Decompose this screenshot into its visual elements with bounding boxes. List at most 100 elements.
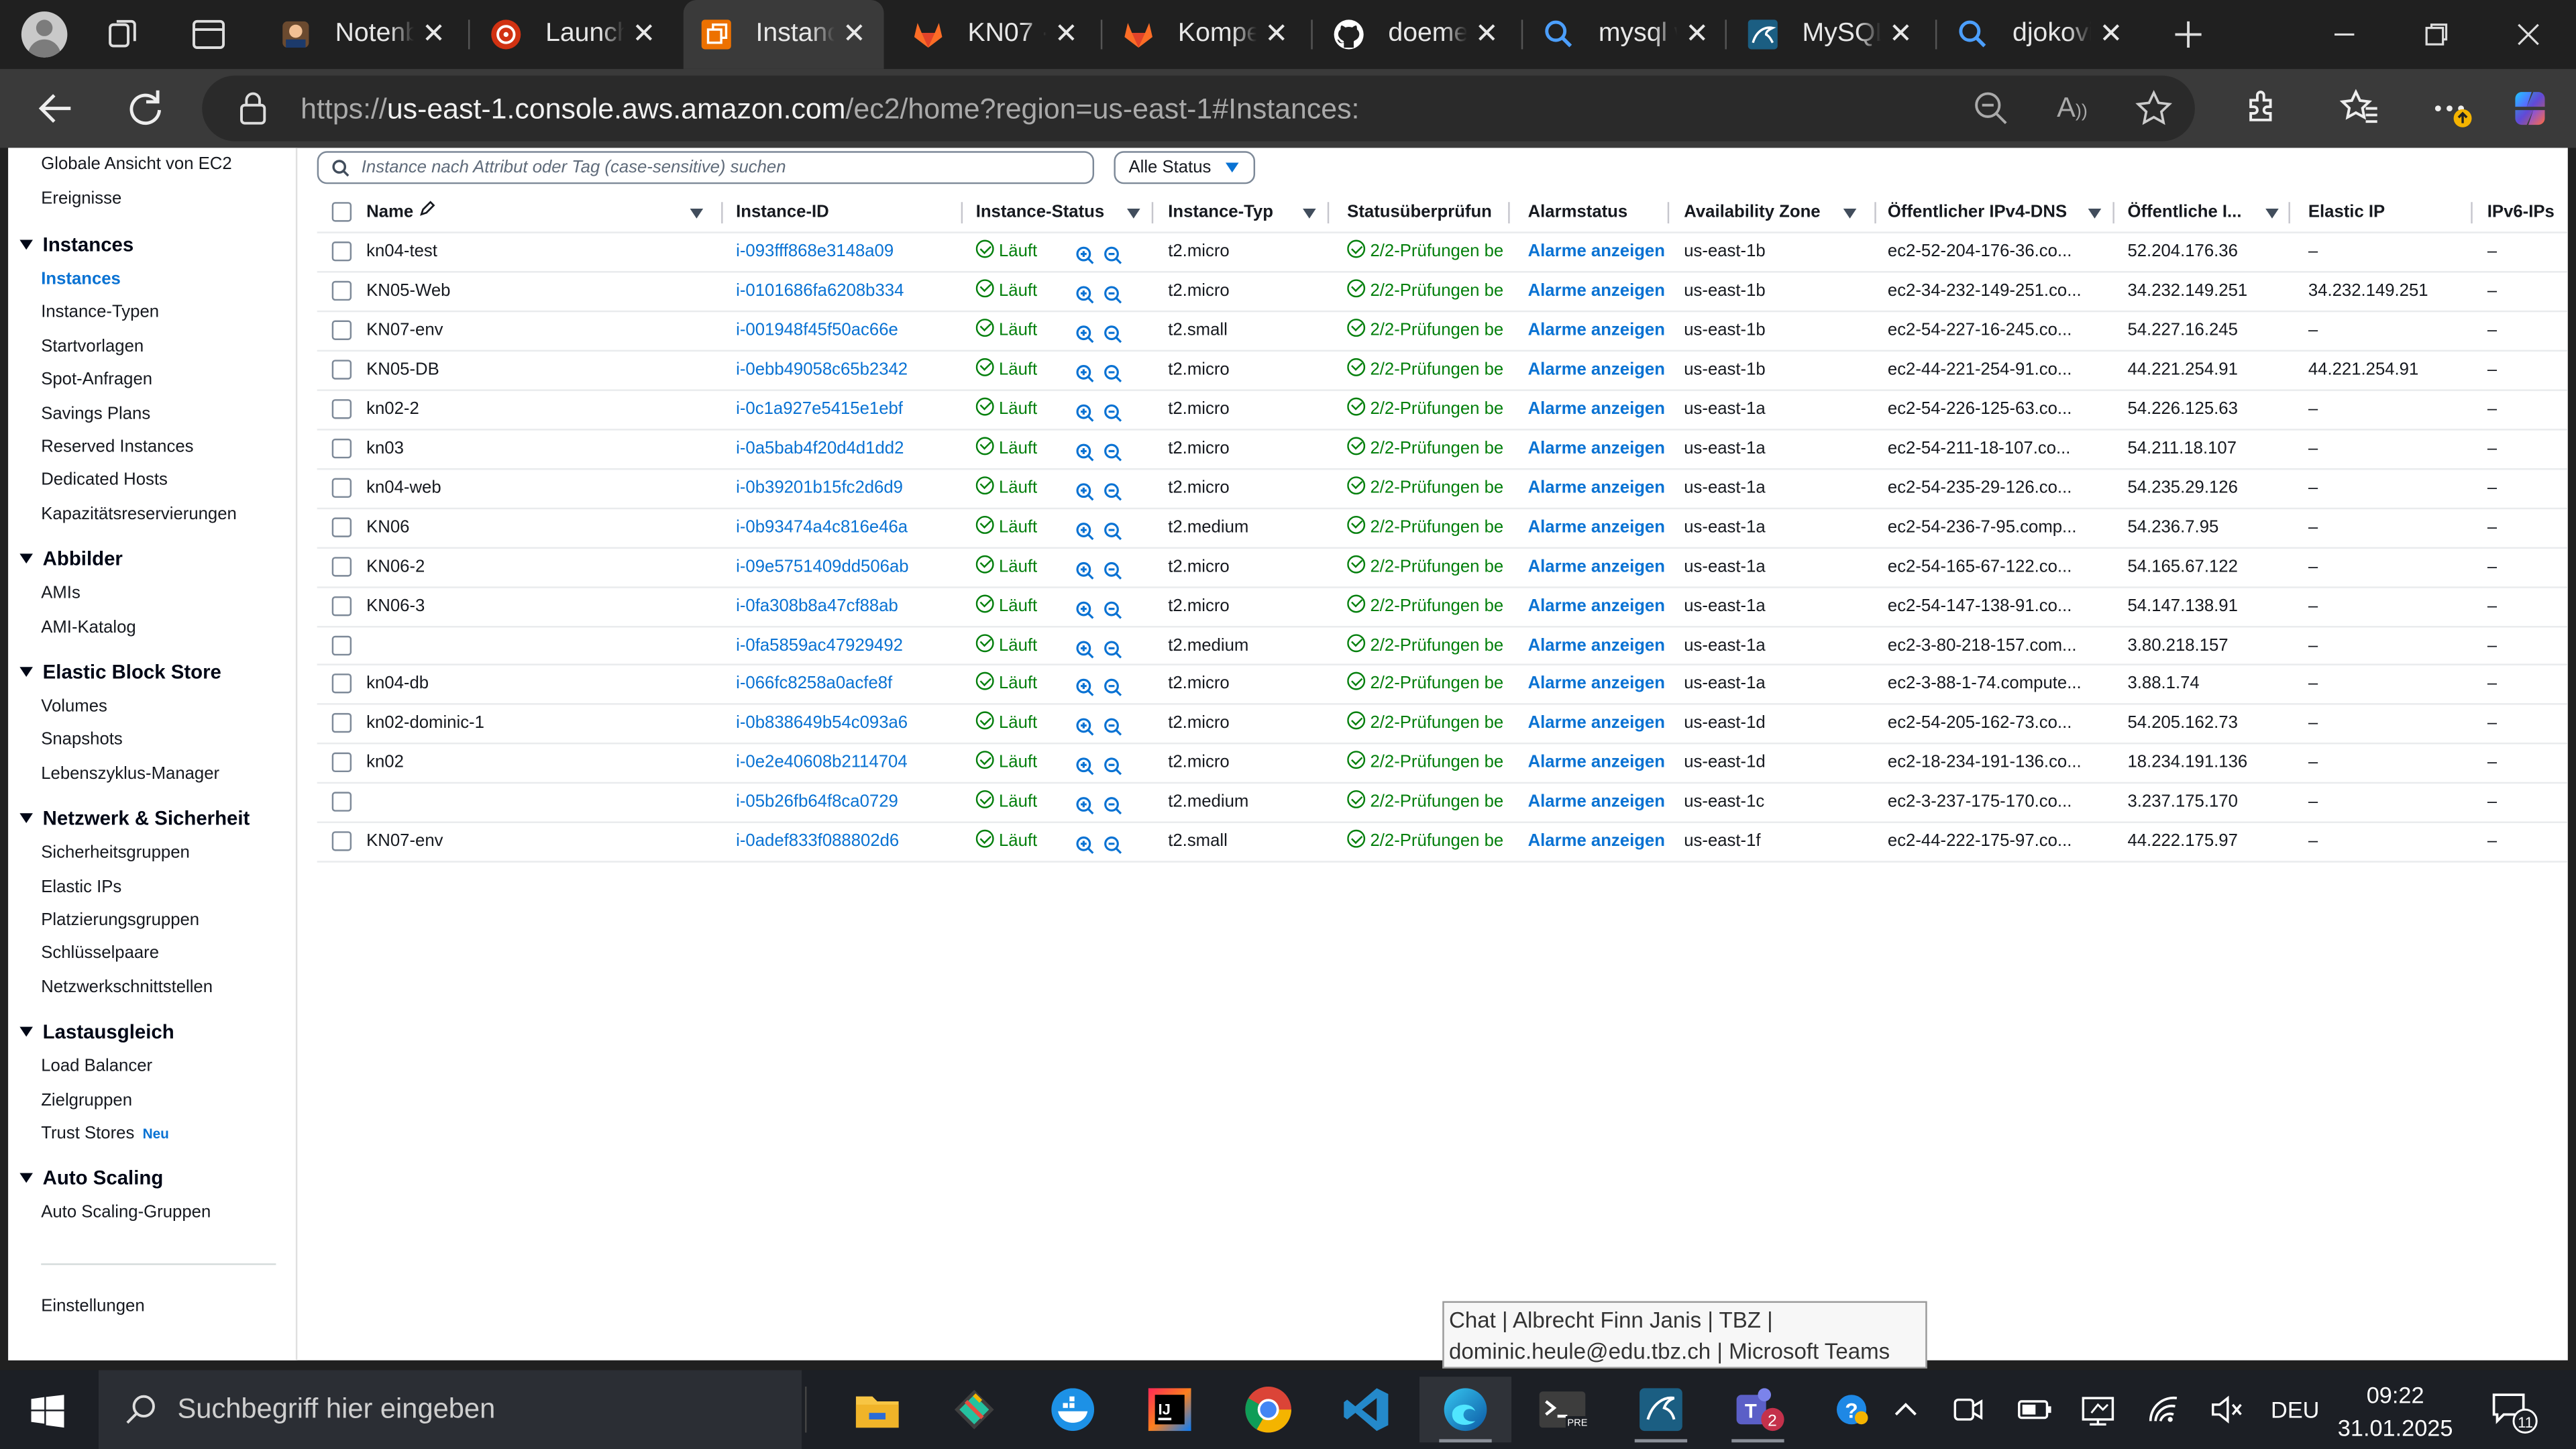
back-icon[interactable] — [33, 85, 79, 131]
instance-id-link[interactable]: i-0fa308b8a47cf88ab — [736, 588, 949, 627]
view-alarms-link[interactable]: Alarme anzeigen — [1528, 706, 1668, 745]
column-header[interactable]: Name — [366, 193, 695, 232]
workspaces-icon[interactable] — [102, 13, 145, 56]
caret-down-icon[interactable] — [19, 667, 33, 677]
instance-id-link[interactable]: i-066fc8258a0acfe8f — [736, 666, 949, 706]
file-explorer-icon[interactable] — [831, 1377, 923, 1442]
view-alarms-link[interactable]: Alarme anzeigen — [1528, 745, 1668, 784]
select-all-checkbox[interactable] — [331, 202, 352, 222]
sidebar-section-header[interactable]: Elastic Block Store — [19, 660, 221, 684]
zoom-out-icon[interactable] — [1104, 558, 1122, 579]
sidebar-item[interactable]: Kapazitätsreservierungen — [41, 504, 237, 523]
column-header[interactable]: IPv6-IPs — [2487, 193, 2568, 232]
zoom-in-icon[interactable] — [1076, 597, 1094, 619]
mysql-workbench-icon[interactable] — [1615, 1377, 1707, 1443]
browser-tab[interactable]: mysql w✕ — [1526, 0, 1727, 69]
help-icon[interactable]: ? — [1833, 1391, 1870, 1436]
zoom-out-icon[interactable] — [1973, 91, 2009, 135]
row-checkbox[interactable] — [331, 674, 352, 694]
status-filter-select[interactable]: Alle Status — [1114, 151, 1256, 184]
instance-id-link[interactable]: i-0a5bab4f20d4d1dd2 — [736, 430, 949, 470]
tab-close-icon[interactable]: ✕ — [1256, 18, 1296, 51]
terminal-preview-icon[interactable]: PRE — [1516, 1377, 1608, 1442]
table-row[interactable]: kn02 i-0e2e40608b2114704 Läuft t2.micro 2/2-… — [317, 743, 2568, 783]
row-checkbox[interactable] — [331, 792, 352, 812]
profile-avatar[interactable] — [21, 11, 68, 58]
table-row[interactable]: kn04-test i-093fff868e3148a09 Läuft t2.micr… — [317, 231, 2568, 271]
row-checkbox[interactable] — [331, 595, 352, 616]
sidebar-item[interactable]: Dedicated Hosts — [41, 470, 168, 490]
sidebar-item[interactable]: Load Balancer — [41, 1057, 152, 1076]
sidebar-item[interactable]: Schlüsselpaare — [41, 944, 159, 963]
browser-tab[interactable]: Launch ✕ — [473, 0, 674, 69]
lock-icon[interactable] — [235, 91, 271, 135]
zoom-in-icon[interactable] — [1076, 400, 1094, 422]
favorites-icon[interactable] — [2336, 85, 2382, 131]
view-alarms-link[interactable]: Alarme anzeigen — [1528, 470, 1668, 509]
teams-icon[interactable]: T2 — [1712, 1377, 1804, 1443]
view-alarms-link[interactable]: Alarme anzeigen — [1528, 352, 1668, 391]
sidebar-item[interactable]: Instances — [41, 270, 121, 289]
browser-tab[interactable]: Notenbe✕ — [263, 0, 464, 69]
zoom-out-icon[interactable] — [1104, 676, 1122, 697]
zoom-in-icon[interactable] — [1076, 676, 1094, 697]
read-aloud-icon[interactable]: A)) — [2057, 91, 2088, 130]
window-close-icon[interactable] — [2504, 13, 2553, 56]
sidebar-item[interactable]: Ereignisse — [41, 188, 121, 207]
sidebar-section-header[interactable]: Abbilder — [19, 547, 123, 570]
browser-tab[interactable]: MySQL✕ — [1730, 0, 1931, 69]
table-row[interactable]: kn02-2 i-0c1a927e5415e1ebf Läuft t2.micro 2/… — [317, 388, 2568, 430]
sidebar-item[interactable]: Volumes — [41, 696, 107, 716]
table-row[interactable]: KN06 i-0b93474a4c816e46a Läuft t2.medium 2/2… — [317, 506, 2568, 548]
caret-down-icon[interactable] — [19, 1173, 33, 1184]
column-header[interactable]: Elastic IP — [2308, 193, 2473, 232]
sidebar-item[interactable]: Platzierungsgruppen — [41, 910, 199, 930]
instance-id-link[interactable]: i-0b93474a4c816e46a — [736, 508, 949, 548]
sidebar-section-header[interactable]: Instances — [19, 233, 133, 256]
view-alarms-link[interactable]: Alarme anzeigen — [1528, 233, 1668, 273]
sort-caret-icon[interactable] — [1843, 209, 1857, 219]
sidebar-item[interactable]: Elastic IPs — [41, 877, 121, 896]
chrome-icon[interactable] — [1222, 1377, 1314, 1442]
sidebar-item[interactable]: Instance-Typen — [41, 303, 159, 323]
tab-close-icon[interactable]: ✕ — [1467, 18, 1507, 51]
favorite-star-icon[interactable] — [2134, 89, 2174, 136]
zoom-out-icon[interactable] — [1104, 322, 1122, 343]
zoom-out-icon[interactable] — [1104, 440, 1122, 461]
instance-id-link[interactable]: i-0b838649b54c093a6 — [736, 706, 949, 745]
notifications-icon[interactable]: 11 — [2489, 1387, 2538, 1444]
sidebar-section-header[interactable]: Lastausgleich — [19, 1020, 174, 1044]
display-icon[interactable] — [2080, 1391, 2116, 1436]
caret-down-icon[interactable] — [19, 553, 33, 564]
table-row[interactable]: kn02-dominic-1 i-0b838649b54c093a6 Läuft t2… — [317, 704, 2568, 743]
browser-tab[interactable]: KN07 · r✕ — [896, 0, 1096, 69]
zoom-out-icon[interactable] — [1104, 755, 1122, 776]
zoom-in-icon[interactable] — [1076, 243, 1094, 264]
copilot-icon[interactable] — [2507, 85, 2553, 131]
edit-pencil-icon[interactable] — [418, 201, 435, 217]
intellij-icon[interactable]: IJ — [1124, 1377, 1216, 1442]
zoom-in-icon[interactable] — [1076, 440, 1094, 461]
sidebar-item[interactable]: Snapshots — [41, 730, 123, 749]
instance-id-link[interactable]: i-0fa5859ac47929492 — [736, 627, 949, 666]
row-checkbox[interactable] — [331, 831, 352, 852]
view-alarms-link[interactable]: Alarme anzeigen — [1528, 312, 1668, 352]
zoom-in-icon[interactable] — [1076, 322, 1094, 343]
caret-down-icon[interactable] — [19, 1027, 33, 1037]
row-checkbox[interactable] — [331, 635, 352, 655]
sidebar-section-header[interactable]: Netzwerk & Sicherheit — [19, 807, 250, 830]
restore-icon[interactable] — [2412, 13, 2461, 56]
view-alarms-link[interactable]: Alarme anzeigen — [1528, 588, 1668, 627]
row-checkbox[interactable] — [331, 753, 352, 773]
instance-id-link[interactable]: i-093fff868e3148a09 — [736, 233, 949, 273]
view-alarms-link[interactable]: Alarme anzeigen — [1528, 824, 1668, 863]
instance-id-link[interactable]: i-0c1a927e5415e1ebf — [736, 390, 949, 430]
instance-id-link[interactable]: i-0b39201b15fc2d6d9 — [736, 470, 949, 509]
zoom-out-icon[interactable] — [1104, 715, 1122, 737]
zoom-out-icon[interactable] — [1104, 597, 1122, 619]
sort-caret-icon[interactable] — [690, 209, 704, 219]
zoom-out-icon[interactable] — [1104, 400, 1122, 422]
zoom-in-icon[interactable] — [1076, 519, 1094, 540]
column-header[interactable]: Instance-Status — [976, 193, 1140, 232]
sidebar-item[interactable]: Savings Plans — [41, 403, 150, 423]
